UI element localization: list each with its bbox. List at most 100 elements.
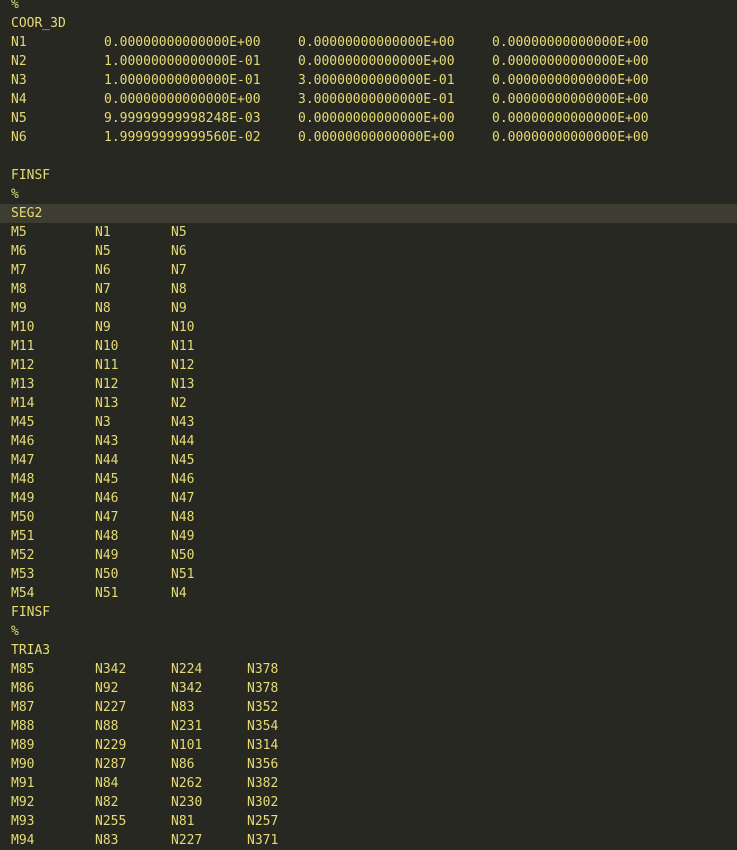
line-token-value: N45 [95, 472, 119, 487]
line-token-value: N342 [95, 662, 127, 677]
code-line[interactable]: M94 N83 N227 N371 [0, 831, 737, 850]
code-line[interactable]: M53 N50 N51 [0, 565, 737, 584]
line-token-value: N3 [95, 415, 111, 430]
line-token-value: N44 [95, 453, 119, 468]
line-token-value: 0.00000000000000E+00 [492, 130, 649, 145]
line-token-value: N83 [171, 700, 195, 715]
line-token-name: M8 [11, 282, 27, 297]
code-line[interactable]: M87 N227 N83 N352 [0, 698, 737, 717]
line-token-value: N81 [171, 814, 195, 829]
code-line[interactable]: M90 N287 N86 N356 [0, 755, 737, 774]
line-token-name: M46 [11, 434, 35, 449]
code-line[interactable]: M9 N8 N9 [0, 299, 737, 318]
code-editor[interactable]: % COOR_3D N1 0.00000000000000E+00 0.00000000… [0, 0, 737, 850]
code-line[interactable]: M89 N229 N101 N314 [0, 736, 737, 755]
line-token-value: 1.00000000000000E-01 [104, 73, 261, 88]
code-line[interactable]: M12 N11 N12 [0, 356, 737, 375]
code-line[interactable]: M49 N46 N47 [0, 489, 737, 508]
code-line[interactable]: N5 9.99999999998248E-03 0.00000000000000E+… [0, 109, 737, 128]
line-token-value: N9 [95, 320, 111, 335]
code-line[interactable]: % [0, 622, 737, 641]
line-token-name: M47 [11, 453, 35, 468]
code-line[interactable]: M51 N48 N49 [0, 527, 737, 546]
line-token-value: 0.00000000000000E+00 [298, 111, 455, 126]
line-token-value: N302 [247, 795, 279, 810]
code-line[interactable] [0, 147, 737, 166]
code-line[interactable]: % [0, 185, 737, 204]
code-line[interactable]: N4 0.00000000000000E+00 3.00000000000000E-… [0, 90, 737, 109]
line-token-value: N4 [171, 586, 187, 601]
line-token-value: N224 [171, 662, 203, 677]
code-line[interactable]: M13 N12 N13 [0, 375, 737, 394]
line-token-name: M87 [11, 700, 35, 715]
code-line[interactable]: M86 N92 N342 N378 [0, 679, 737, 698]
line-token-name: M90 [11, 757, 35, 772]
line-token-value: N10 [171, 320, 195, 335]
line-token-value: N44 [171, 434, 195, 449]
line-token-value: N231 [171, 719, 203, 734]
code-line[interactable]: N3 1.00000000000000E-01 3.00000000000000E-… [0, 71, 737, 90]
line-token-value: N7 [95, 282, 111, 297]
line-token-value: 0.00000000000000E+00 [492, 73, 649, 88]
line-token-value: N9 [171, 301, 187, 316]
line-token-value: N49 [171, 529, 195, 544]
code-line[interactable]: FINSF [0, 166, 737, 185]
code-line[interactable]: M52 N49 N50 [0, 546, 737, 565]
line-token-value: N46 [171, 472, 195, 487]
code-line[interactable]: M50 N47 N48 [0, 508, 737, 527]
line-token-value: N51 [171, 567, 195, 582]
line-token-value: N354 [247, 719, 279, 734]
line-token-value: N51 [95, 586, 119, 601]
code-line[interactable]: TRIA3 [0, 641, 737, 660]
code-line[interactable]: M48 N45 N46 [0, 470, 737, 489]
code-line[interactable]: M5 N1 N5 [0, 223, 737, 242]
code-line[interactable]: M46 N43 N44 [0, 432, 737, 451]
code-line[interactable]: FINSF [0, 603, 737, 622]
line-token-value: 0.00000000000000E+00 [298, 35, 455, 50]
code-line[interactable]: M7 N6 N7 [0, 261, 737, 280]
line-token-value: N82 [95, 795, 119, 810]
code-line[interactable]: M88 N88 N231 N354 [0, 717, 737, 736]
code-line[interactable]: M10 N9 N10 [0, 318, 737, 337]
line-token-name: M85 [11, 662, 35, 677]
current-line[interactable]: SEG2 [0, 204, 737, 223]
line-token-value: N88 [95, 719, 119, 734]
line-token-name: M11 [11, 339, 35, 354]
code-line[interactable]: M45 N3 N43 [0, 413, 737, 432]
line-token-name: M49 [11, 491, 35, 506]
code-line[interactable]: N2 1.00000000000000E-01 0.00000000000000E+… [0, 52, 737, 71]
line-token-value: N2 [171, 396, 187, 411]
code-line[interactable]: M91 N84 N262 N382 [0, 774, 737, 793]
code-line[interactable]: % [0, 0, 737, 14]
code-line[interactable]: M11 N10 N11 [0, 337, 737, 356]
line-token-value: 0.00000000000000E+00 [492, 111, 649, 126]
code-line[interactable]: N1 0.00000000000000E+00 0.00000000000000E+… [0, 33, 737, 52]
line-token-value: N13 [171, 377, 195, 392]
line-token-name: M93 [11, 814, 35, 829]
line-token-value: N227 [171, 833, 203, 848]
line-token-name: N6 [11, 130, 27, 145]
code-line[interactable]: M47 N44 N45 [0, 451, 737, 470]
line-token-value: N230 [171, 795, 203, 810]
code-line[interactable]: M54 N51 N4 [0, 584, 737, 603]
line-token-value: 0.00000000000000E+00 [492, 92, 649, 107]
line-token-name: M14 [11, 396, 35, 411]
line-token-value: N12 [171, 358, 195, 373]
line-token-value: 1.99999999999560E-02 [104, 130, 261, 145]
code-line[interactable]: M85 N342 N224 N378 [0, 660, 737, 679]
line-token-name: M50 [11, 510, 35, 525]
line-token-value: N48 [95, 529, 119, 544]
line-token-value: 0.00000000000000E+00 [298, 130, 455, 145]
line-token-value: N43 [95, 434, 119, 449]
line-token-value: 0.00000000000000E+00 [492, 54, 649, 69]
code-line[interactable]: M14 N13 N2 [0, 394, 737, 413]
code-line[interactable]: M8 N7 N8 [0, 280, 737, 299]
line-token-value: 0.00000000000000E+00 [104, 92, 261, 107]
code-line[interactable]: M6 N5 N6 [0, 242, 737, 261]
code-line[interactable]: M92 N82 N230 N302 [0, 793, 737, 812]
code-line[interactable]: N6 1.99999999999560E-02 0.00000000000000E+… [0, 128, 737, 147]
code-line[interactable]: COOR_3D [0, 14, 737, 33]
line-token-value: N342 [171, 681, 203, 696]
code-line[interactable]: M93 N255 N81 N257 [0, 812, 737, 831]
line-token-name: M51 [11, 529, 35, 544]
